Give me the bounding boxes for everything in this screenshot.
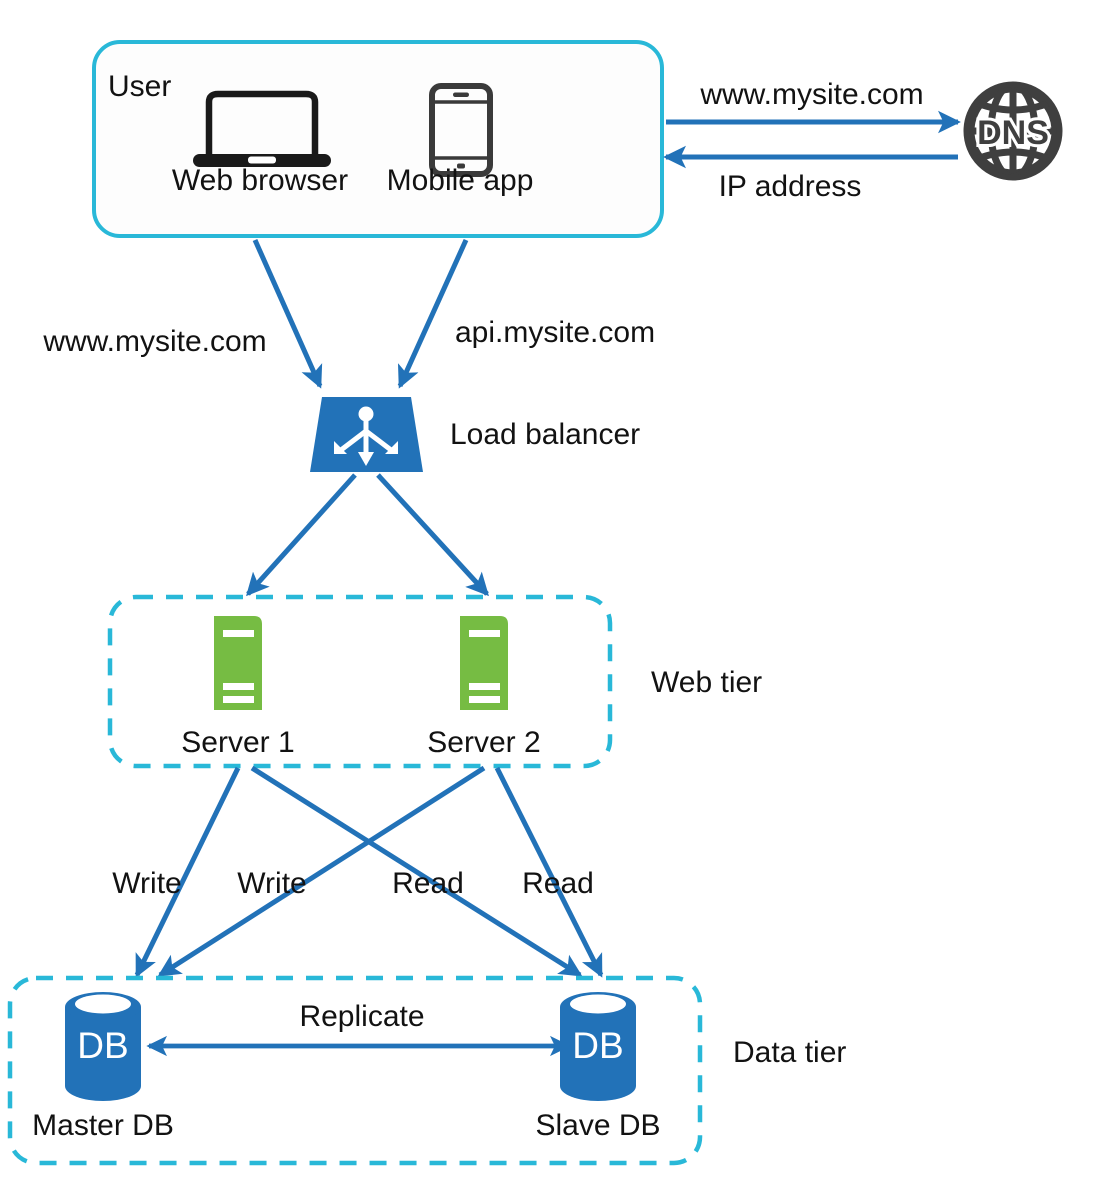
edge-label-www-to-lb: www.mysite.com <box>42 325 266 358</box>
server-icon <box>460 616 508 710</box>
database-cylinder-icon: DB <box>560 992 636 1101</box>
data-tier-label: Data tier <box>733 1036 846 1069</box>
architecture-diagram: User Web browser Mobile app DNS www.mysi… <box>0 0 1112 1182</box>
edge-label-ip-address: IP address <box>719 170 862 203</box>
edge-label-read-2: Read <box>522 867 594 900</box>
server-icon <box>214 616 262 710</box>
web-tier-label: Web tier <box>651 666 762 699</box>
user-box-border <box>92 40 664 238</box>
web-browser-label: Web browser <box>172 164 348 197</box>
mobile-app-label: Mobile app <box>387 164 534 197</box>
edge-label-www-to-dns: www.mysite.com <box>699 78 923 111</box>
server-2-label: Server 2 <box>427 726 540 759</box>
user-label: User <box>108 70 171 103</box>
slave-db-label: Slave DB <box>535 1109 660 1142</box>
dns-label: DNS <box>977 114 1049 152</box>
server-1-label: Server 1 <box>181 726 294 759</box>
load-balancer-icon <box>310 397 423 472</box>
group-user: User <box>92 40 664 238</box>
slave-db-badge: DB <box>572 1025 623 1066</box>
edge-label-read-1: Read <box>392 867 464 900</box>
edge-label-write-2: Write <box>237 867 306 900</box>
globe-icon: DNS <box>963 81 1063 181</box>
database-cylinder-icon: DB <box>65 992 141 1101</box>
load-balancer-label: Load balancer <box>450 418 640 451</box>
diagram-canvas: User Web browser Mobile app DNS www.mysi… <box>0 0 1112 1182</box>
master-db-label: Master DB <box>32 1109 174 1142</box>
edge-label-api-to-lb: api.mysite.com <box>455 316 655 349</box>
edge-label-write-1: Write <box>112 867 181 900</box>
edge-label-replicate: Replicate <box>299 1000 424 1033</box>
master-db-badge: DB <box>77 1025 128 1066</box>
